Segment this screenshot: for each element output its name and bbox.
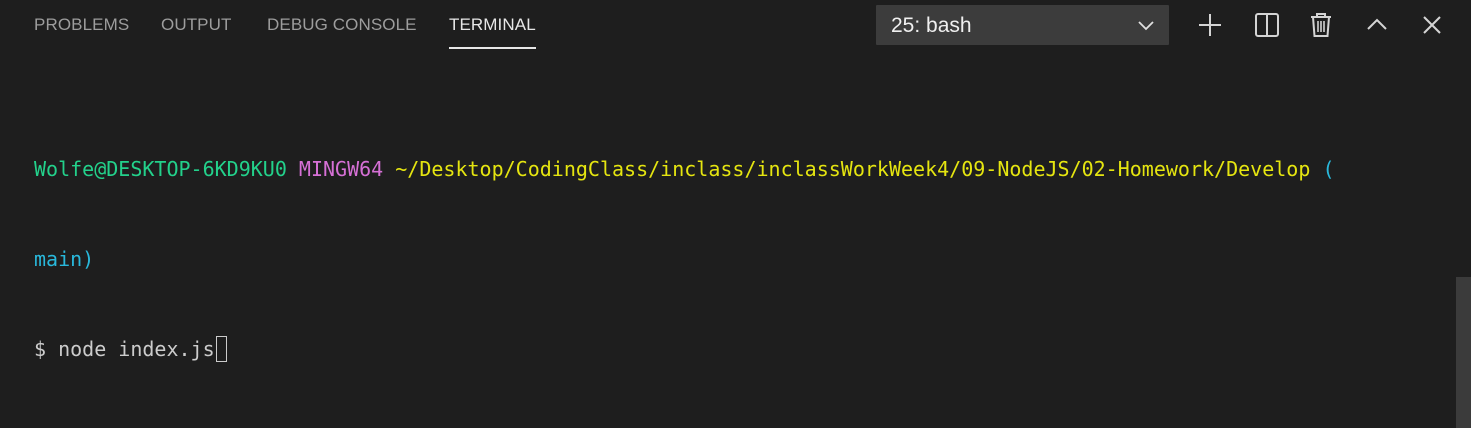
new-terminal-button[interactable]: [1196, 11, 1224, 39]
terminal-scrollbar[interactable]: [1456, 277, 1471, 428]
prompt-branch: main): [34, 247, 95, 271]
terminal-command-line: $ node index.js: [34, 334, 1446, 364]
prompt-env: MINGW64: [298, 157, 384, 181]
maximize-panel-button[interactable]: [1363, 11, 1391, 39]
split-terminal-button[interactable]: [1253, 11, 1281, 39]
split-icon: [1255, 13, 1279, 37]
terminal-cursor: [215, 336, 227, 362]
close-icon: [1423, 16, 1441, 34]
terminal-branch-line: main): [34, 244, 1446, 274]
tab-terminal[interactable]: TERMINAL: [449, 14, 536, 50]
plus-icon: [1199, 14, 1221, 36]
command-text: node index.js: [58, 337, 215, 361]
terminal-select-dropdown[interactable]: 25: bash: [876, 5, 1169, 45]
chevron-up-icon: [1367, 18, 1387, 30]
terminal-output[interactable]: Wolfe@DESKTOP-6KD9KU0 MINGW64 ~/Desktop/…: [34, 94, 1446, 394]
command-symbol: $: [34, 337, 47, 361]
prompt-path: ~/Desktop/CodingClass/inclass/inclassWor…: [395, 157, 1311, 181]
tab-output[interactable]: OUTPUT: [161, 14, 231, 50]
terminal-select-value: 25: bash: [891, 14, 972, 37]
chevron-down-icon: [1137, 16, 1155, 34]
terminal-prompt-line: Wolfe@DESKTOP-6KD9KU0 MINGW64 ~/Desktop/…: [34, 154, 1446, 184]
tab-problems[interactable]: PROBLEMS: [34, 14, 129, 50]
close-panel-button[interactable]: [1418, 11, 1446, 39]
panel-tab-bar: PROBLEMS OUTPUT DEBUG CONSOLE TERMINAL 2…: [0, 0, 1471, 52]
prompt-branch-open: (: [1322, 157, 1335, 181]
trash-icon: [1311, 13, 1331, 37]
tab-debug-console[interactable]: DEBUG CONSOLE: [267, 14, 417, 50]
prompt-user-host: Wolfe@DESKTOP-6KD9KU0: [34, 157, 287, 181]
kill-terminal-button[interactable]: [1307, 11, 1335, 39]
